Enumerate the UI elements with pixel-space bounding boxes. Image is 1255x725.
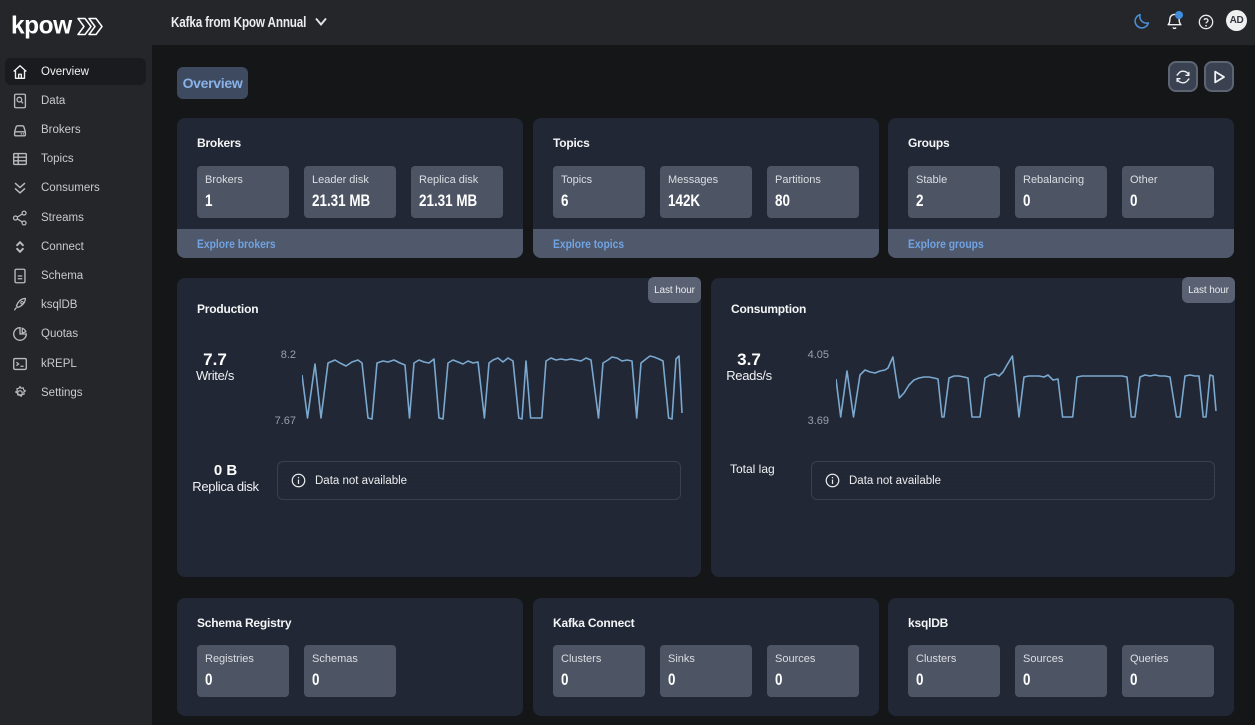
svg-text:kpow: kpow	[11, 12, 73, 39]
